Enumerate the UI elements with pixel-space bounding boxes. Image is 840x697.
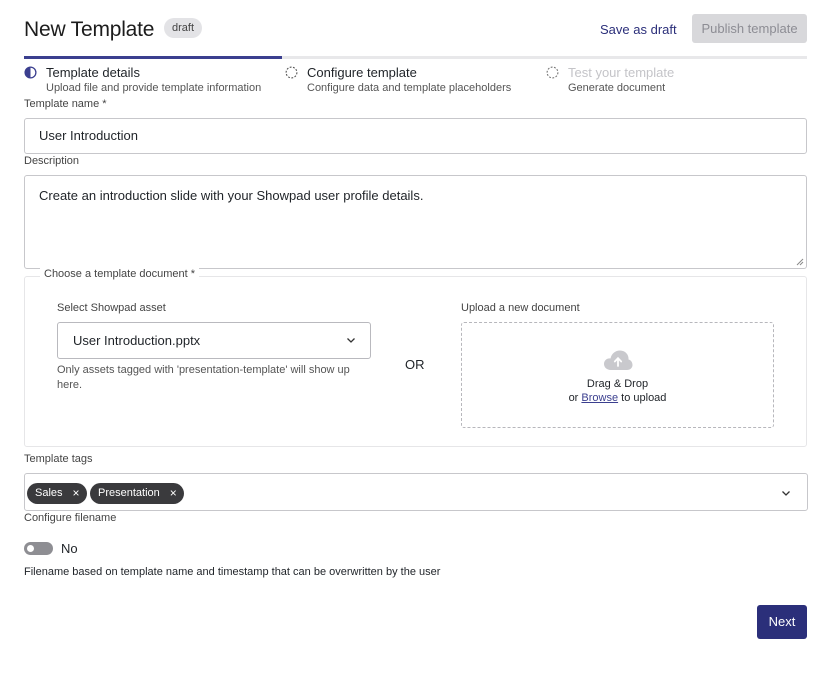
tag-chip-sales: Sales × [27,483,87,504]
cloud-upload-icon [604,350,633,370]
dashed-circle-step-icon [546,66,559,79]
tag-label: Presentation [98,487,160,499]
close-icon[interactable]: × [170,483,177,503]
dropzone-title: Drag & Drop [586,378,649,390]
next-button[interactable]: Next [757,605,807,639]
publish-template-button[interactable]: Publish template [692,14,807,43]
chevron-down-icon[interactable] [781,488,791,498]
tag-label: Sales [35,487,63,499]
dropzone-prefix: or [568,392,579,404]
filename-help-text: Filename based on template name and time… [24,566,441,578]
tag-chip-presentation: Presentation × [90,483,184,504]
step-title: Test your template [568,65,675,80]
configure-filename-label: Configure filename [24,512,117,524]
chevron-down-icon [347,338,355,343]
step-title: Configure template [307,65,417,80]
or-divider: OR [405,357,425,372]
asset-hint: Only assets tagged with 'presentation-te… [57,364,350,391]
dropzone-suffix: to upload [621,392,667,404]
status-badge: draft [164,18,203,38]
resize-handle-icon[interactable] [796,258,804,266]
upload-dropzone[interactable]: Drag & Drop or Browse to upload [461,322,774,428]
stepper-progress [24,56,283,59]
template-name-label: Template name * [24,98,107,110]
step-subtitle: Configure data and template placeholders [307,82,512,94]
step-title: Template details [46,65,140,80]
template-tags-input[interactable]: Sales × Presentation × [24,473,808,511]
template-document-legend: Choose a template document * [40,268,200,280]
step-subtitle: Generate document [568,82,666,94]
asset-select-value: User Introduction.pptx [73,333,201,348]
description-textarea[interactable]: Create an introduction slide with your S… [24,175,807,269]
description-text: Create an introduction slide with your S… [39,188,424,203]
dropzone-subtitle: or Browse to upload [462,392,773,404]
description-label: Description [24,155,80,167]
template-tags-label: Template tags [24,453,93,465]
filename-toggle[interactable] [24,542,53,555]
half-circle-step-icon [24,66,37,79]
dashed-circle-step-icon [285,66,298,79]
select-asset-label: Select Showpad asset [57,302,166,314]
template-name-input[interactable]: User Introduction [24,118,807,154]
page-title: New Template [24,18,155,41]
save-as-draft-button[interactable]: Save as draft [592,16,685,44]
step-subtitle: Upload file and provide template informa… [46,82,262,94]
page-header: New Template draft Save as draft Publish… [24,14,807,46]
close-icon[interactable]: × [73,483,80,503]
upload-label: Upload a new document [461,302,580,314]
browse-link[interactable]: Browse [581,392,618,404]
filename-toggle-state: No [61,541,78,556]
toggle-knob [27,545,34,552]
asset-select[interactable]: User Introduction.pptx [57,322,371,359]
